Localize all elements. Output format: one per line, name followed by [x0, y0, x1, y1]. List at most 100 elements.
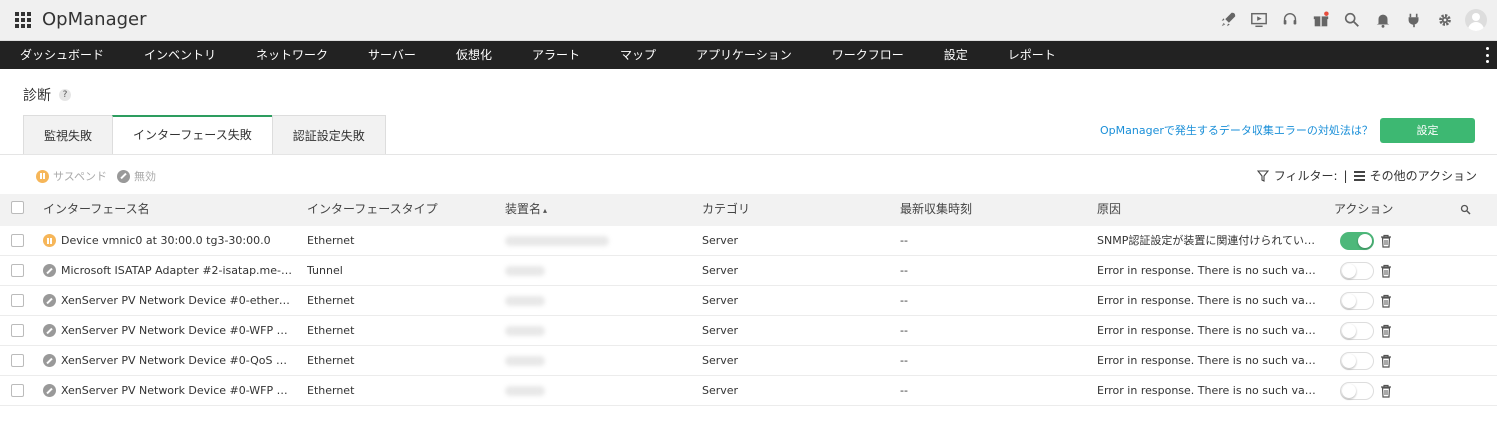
gift-icon[interactable] [1305, 8, 1336, 32]
tab-interface-failures[interactable]: インターフェース失敗 [112, 115, 272, 155]
table-row[interactable]: XenServer PV Network Device #0-WFP Nativ… [0, 316, 1497, 346]
cause: SNMP認証設定が装置に関連付けられていませ... [1097, 234, 1319, 247]
monitoring-toggle[interactable] [1340, 352, 1374, 370]
bell-icon[interactable] [1367, 8, 1398, 32]
nav-inventory[interactable]: インベントリ [124, 41, 236, 69]
row-checkbox[interactable] [11, 324, 24, 337]
table-row[interactable]: XenServer PV Network Device #0-ethernet_… [0, 286, 1497, 316]
device-name-redacted [505, 236, 609, 246]
col-interface-type[interactable]: インターフェースタイプ [307, 194, 438, 226]
user-avatar-icon[interactable] [1460, 8, 1491, 32]
main-nav: ダッシュボード インベントリ ネットワーク サーバー 仮想化 アラート マップ … [0, 41, 1497, 69]
device-name-redacted [505, 356, 545, 366]
app-title[interactable]: OpManager [42, 9, 147, 30]
col-action: アクション [1334, 202, 1394, 216]
col-last-collected[interactable]: 最新収集時刻 [900, 194, 972, 226]
cause: Error in response. There is no such vari… [1097, 264, 1319, 277]
category: Server [702, 234, 739, 247]
category: Server [702, 294, 739, 307]
interface-type: Ethernet [307, 384, 355, 397]
monitoring-toggle[interactable] [1340, 262, 1374, 280]
select-all-checkbox[interactable] [11, 201, 24, 214]
list-icon [1353, 170, 1365, 181]
interface-type: Ethernet [307, 324, 355, 337]
nav-virtualization[interactable]: 仮想化 [436, 41, 512, 69]
device-name-redacted [505, 326, 545, 336]
help-icon[interactable]: ? [59, 89, 71, 101]
cause: Error in response. There is no such vari… [1097, 354, 1319, 367]
interface-name[interactable]: XenServer PV Network Device #0-WFP Nativ… [61, 316, 293, 346]
col-category[interactable]: カテゴリ [702, 194, 750, 226]
plug-icon[interactable] [1398, 8, 1429, 32]
tab-monitor-failures[interactable]: 監視失敗 [23, 115, 113, 155]
cause: Error in response. There is no such vari… [1097, 294, 1319, 307]
nav-workflow[interactable]: ワークフロー [812, 41, 924, 69]
cause: Error in response. There is no such vari… [1097, 324, 1319, 337]
suspend-action[interactable]: サスペンド [36, 168, 107, 184]
suspend-label: サスペンド [53, 170, 108, 183]
last-collected: -- [900, 264, 908, 277]
nav-applications[interactable]: アプリケーション [676, 41, 812, 69]
trash-icon[interactable] [1380, 324, 1392, 338]
category: Server [702, 264, 739, 277]
nav-reports[interactable]: レポート [988, 41, 1076, 69]
interface-type: Ethernet [307, 294, 355, 307]
table-row[interactable]: Microsoft ISATAP Adapter #2-isatap.me-de… [0, 256, 1497, 286]
filter-icon[interactable] [1256, 169, 1269, 182]
monitoring-toggle[interactable] [1340, 322, 1374, 340]
troubleshoot-link[interactable]: OpManagerで発生するデータ収集エラーの対処法は？ [1100, 122, 1373, 138]
row-checkbox[interactable] [11, 354, 24, 367]
row-checkbox[interactable] [11, 294, 24, 307]
trash-icon[interactable] [1380, 264, 1392, 278]
col-cause[interactable]: 原因 [1097, 194, 1121, 226]
trash-icon[interactable] [1380, 294, 1392, 308]
filter-label[interactable]: フィルター: [1274, 167, 1338, 184]
row-checkbox[interactable] [11, 234, 24, 247]
disable-label: 無効 [134, 170, 157, 183]
gear-icon[interactable] [1429, 8, 1460, 32]
disable-action[interactable]: 無効 [117, 168, 156, 184]
device-name-redacted [505, 386, 545, 396]
tab-credential-failures[interactable]: 認証設定失敗 [271, 115, 386, 155]
trash-icon[interactable] [1380, 354, 1392, 368]
column-search-icon[interactable] [1460, 204, 1471, 215]
nav-network[interactable]: ネットワーク [236, 41, 348, 69]
nav-settings[interactable]: 設定 [924, 41, 988, 69]
settings-button[interactable]: 設定 [1380, 118, 1475, 143]
rocket-icon[interactable] [1212, 8, 1243, 32]
interface-name[interactable]: Device vmnic0 at 30:00.0 tg3-30:00.0 [61, 226, 293, 256]
table-row[interactable]: Device vmnic0 at 30:00.0 tg3-30:00.0 Ethe… [0, 226, 1497, 256]
monitoring-toggle[interactable] [1340, 292, 1374, 310]
col-device-name[interactable]: 装置名 ▴ [505, 194, 547, 226]
nav-servers[interactable]: サーバー [348, 41, 436, 69]
apps-grid-icon[interactable] [15, 12, 31, 28]
table-row[interactable]: XenServer PV Network Device #0-WFP 802.3… [0, 376, 1497, 406]
trash-icon[interactable] [1380, 234, 1392, 248]
interface-name[interactable]: XenServer PV Network Device #0-QoS Packe… [61, 346, 293, 376]
nav-maps[interactable]: マップ [600, 41, 676, 69]
interface-name[interactable]: Microsoft ISATAP Adapter #2-isatap.me-de… [61, 256, 293, 286]
more-actions-label[interactable]: その他のアクション [1370, 167, 1477, 184]
sort-asc-icon: ▴ [543, 206, 548, 215]
suspended-status-icon [43, 234, 56, 247]
monitoring-toggle[interactable] [1340, 232, 1374, 250]
nav-dashboard[interactable]: ダッシュボード [0, 41, 124, 69]
trash-icon[interactable] [1380, 384, 1392, 398]
interface-name[interactable]: XenServer PV Network Device #0-WFP 802.3… [61, 376, 293, 406]
monitoring-toggle[interactable] [1340, 382, 1374, 400]
page-title: 診断 [23, 88, 51, 104]
search-icon[interactable] [1336, 8, 1367, 32]
tab-divider [0, 154, 1497, 155]
category: Server [702, 384, 739, 397]
row-checkbox[interactable] [11, 384, 24, 397]
table-row[interactable]: XenServer PV Network Device #0-QoS Packe… [0, 346, 1497, 376]
disable-icon [117, 169, 131, 183]
interface-name[interactable]: XenServer PV Network Device #0-ethernet_… [61, 286, 293, 316]
nav-alarms[interactable]: アラート [512, 41, 600, 69]
device-name-redacted [505, 266, 545, 276]
row-checkbox[interactable] [11, 264, 24, 277]
more-menu-icon[interactable] [1486, 47, 1490, 63]
headset-icon[interactable] [1274, 8, 1305, 32]
col-interface-name[interactable]: インターフェース名 [43, 194, 150, 226]
monitor-play-icon[interactable] [1243, 8, 1274, 32]
